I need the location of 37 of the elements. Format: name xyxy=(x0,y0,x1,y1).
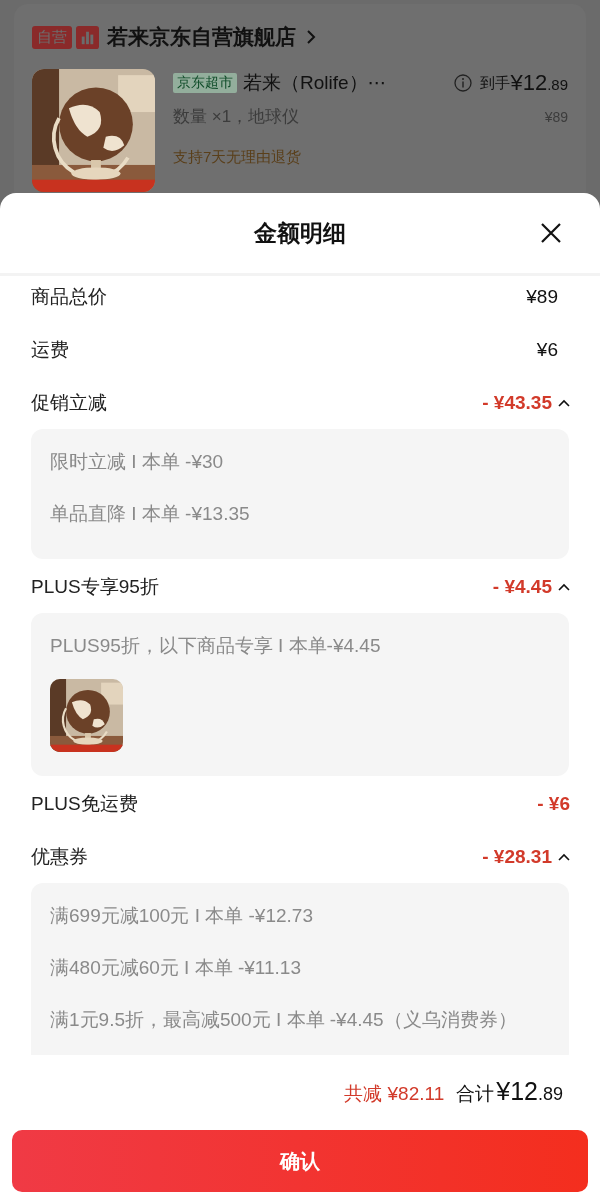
total-price: ¥12.89 xyxy=(496,1077,563,1106)
discount-detail: 满699元减100元 I 本单 -¥12.73 xyxy=(50,904,314,928)
fee-amount: ¥6 xyxy=(536,338,558,361)
fee-label: PLUS免运费 xyxy=(31,791,138,816)
total-discount: 共减 ¥82.11 xyxy=(344,1082,445,1106)
info-icon[interactable] xyxy=(454,74,473,92)
discount-detail: PLUS95折，以下商品专享 I 本单-¥4.45 xyxy=(50,634,382,658)
store-name[interactable]: 若来京东自营旗舰店 xyxy=(107,23,296,51)
bar-chart-icon xyxy=(76,25,99,49)
fee-amount: - ¥6 xyxy=(537,792,570,815)
discount-detail: 限时立减 I 本单 -¥30 xyxy=(50,450,225,474)
fee-label: 商品总价 xyxy=(31,284,107,309)
discount-detail: 满1元9.5折，最高减500元 I 本单 -¥4.45（义乌消费券） xyxy=(50,1008,518,1032)
sheet-title: 金额明细 xyxy=(254,218,346,248)
confirm-button[interactable]: 确认 xyxy=(12,1130,588,1192)
fee-amount: - ¥28.31 xyxy=(482,845,552,868)
total-label: 合计 xyxy=(456,1082,495,1106)
fee-label: 运费 xyxy=(31,337,69,362)
discount-detail: 满480元减60元 I 本单 -¥11.13 xyxy=(50,956,302,980)
final-price: ¥12.89 xyxy=(510,70,568,96)
fee-amount: - ¥4.45 xyxy=(492,575,552,598)
discount-detail: 单品直降 I 本单 -¥13.35 xyxy=(50,502,251,526)
chevron-up-icon[interactable] xyxy=(558,582,570,591)
chevron-right-icon xyxy=(306,29,316,45)
fee-label: 促销立减 xyxy=(31,390,107,415)
return-policy: 支持7天无理由退货 xyxy=(173,148,303,167)
final-price-label: 到手 xyxy=(480,73,511,93)
fee-amount: - ¥43.35 xyxy=(482,391,552,414)
fee-label: PLUS专享95折 xyxy=(31,574,159,599)
self-operated-badge: 自营 xyxy=(32,25,72,49)
chevron-up-icon[interactable] xyxy=(558,852,570,861)
fee-amount: ¥89 xyxy=(526,285,558,308)
fee-label: 优惠券 xyxy=(31,844,88,869)
close-icon[interactable] xyxy=(540,222,562,244)
product-title: 若来（Rolife）⋯ xyxy=(243,71,387,95)
supermarket-tag: 京东超市 xyxy=(173,73,237,93)
chevron-up-icon[interactable] xyxy=(558,398,570,407)
